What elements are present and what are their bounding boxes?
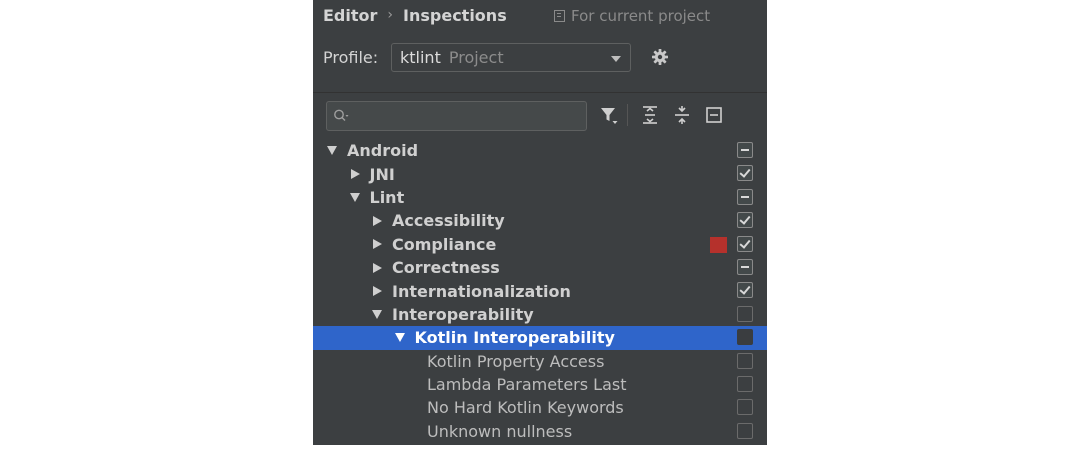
chevron-down-icon <box>611 56 621 62</box>
tree-row[interactable]: Lambda Parameters Last <box>313 373 767 396</box>
tree-row-label: Lambda Parameters Last <box>427 375 627 395</box>
inspection-checkbox[interactable] <box>737 305 753 322</box>
tree-row[interactable]: Interoperability <box>313 303 767 326</box>
inspection-checkbox[interactable] <box>737 142 753 158</box>
tree-row[interactable]: Correctness <box>313 256 767 279</box>
inspection-checkbox[interactable] <box>737 282 753 299</box>
chevron-down-icon[interactable] <box>349 192 360 202</box>
header-divider <box>313 92 767 93</box>
severity-error-icon <box>710 236 727 253</box>
tree-row[interactable]: Kotlin Interoperability <box>313 326 767 350</box>
tree-row[interactable]: Android <box>313 139 767 162</box>
expand-all-icon[interactable] <box>639 104 661 126</box>
inspections-settings-panel: Editor › Inspections For current project… <box>313 0 767 445</box>
chevron-down-icon[interactable] <box>372 309 382 319</box>
tree-row-label: JNI <box>369 164 395 184</box>
tree-row-label: Compliance <box>392 234 497 254</box>
tree-row-label: Unknown nullness <box>427 421 573 441</box>
tree-row[interactable]: Kotlin Property Access <box>313 350 767 373</box>
filter-icon[interactable] <box>598 104 620 126</box>
inspection-checkbox[interactable] <box>737 352 753 369</box>
inspection-checkbox[interactable] <box>737 375 753 392</box>
tree-row[interactable]: JNI <box>313 162 767 185</box>
breadcrumb-separator-icon: › <box>387 7 394 23</box>
tree-row-label: Kotlin Property Access <box>427 351 605 371</box>
project-scope-icon <box>554 10 565 22</box>
tree-row[interactable]: No Hard Kotlin Keywords <box>313 396 767 419</box>
inspection-checkbox[interactable] <box>737 258 753 275</box>
tree-row[interactable]: Compliance <box>313 233 767 256</box>
gear-icon[interactable] <box>650 47 670 67</box>
tree-row[interactable]: Lint <box>313 186 767 209</box>
tree-row-label: Correctness <box>392 258 500 278</box>
scope-note: For current project <box>554 6 710 26</box>
inspection-checkbox[interactable] <box>737 165 753 182</box>
inspection-checkbox[interactable] <box>737 329 753 346</box>
tree-row[interactable]: Unknown nullness <box>313 420 767 443</box>
chevron-right-icon[interactable] <box>373 239 382 250</box>
tree-row-label: Internationalization <box>392 281 571 301</box>
inspection-checkbox[interactable] <box>737 399 753 416</box>
tree-row[interactable]: Accessibility <box>313 209 767 232</box>
profile-label: Profile: <box>323 48 379 67</box>
profile-name: ktlint <box>400 48 441 67</box>
tree-row-label: Accessibility <box>392 211 505 231</box>
chevron-down-icon[interactable] <box>394 333 405 343</box>
profile-dropdown[interactable]: ktlint Project <box>391 43 631 72</box>
profile-scope: Project <box>448 48 504 67</box>
inspection-tree: Android JNI Lint Accessibility Compliance Cor… <box>313 139 767 443</box>
reset-icon[interactable] <box>703 104 725 126</box>
chevron-right-icon[interactable] <box>373 215 382 226</box>
breadcrumb-editor[interactable]: Editor <box>323 6 377 25</box>
inspection-checkbox[interactable] <box>737 422 753 439</box>
search-icon[interactable] <box>333 108 349 124</box>
collapse-all-icon[interactable] <box>671 104 693 126</box>
scope-note-text: For current project <box>571 7 711 25</box>
tree-row[interactable]: Internationalization <box>313 279 767 302</box>
toolbar-separator <box>627 104 628 126</box>
chevron-right-icon[interactable] <box>373 286 382 297</box>
tree-row-label: Interoperability <box>392 304 534 324</box>
chevron-right-icon[interactable] <box>373 262 382 273</box>
inspection-checkbox[interactable] <box>737 188 753 205</box>
breadcrumb-inspections: Inspections <box>403 5 507 25</box>
tree-row-label: Lint <box>369 187 405 207</box>
tree-row-label: No Hard Kotlin Keywords <box>427 398 624 418</box>
breadcrumb: Editor › Inspections <box>323 4 507 26</box>
inspection-checkbox[interactable] <box>737 235 753 252</box>
tree-row-label: Android <box>347 141 419 161</box>
search-input[interactable] <box>326 101 587 131</box>
tree-row-label: Kotlin Interoperability <box>414 328 615 348</box>
chevron-down-icon[interactable] <box>327 146 337 156</box>
inspection-checkbox[interactable] <box>737 212 753 229</box>
chevron-right-icon[interactable] <box>350 169 360 180</box>
